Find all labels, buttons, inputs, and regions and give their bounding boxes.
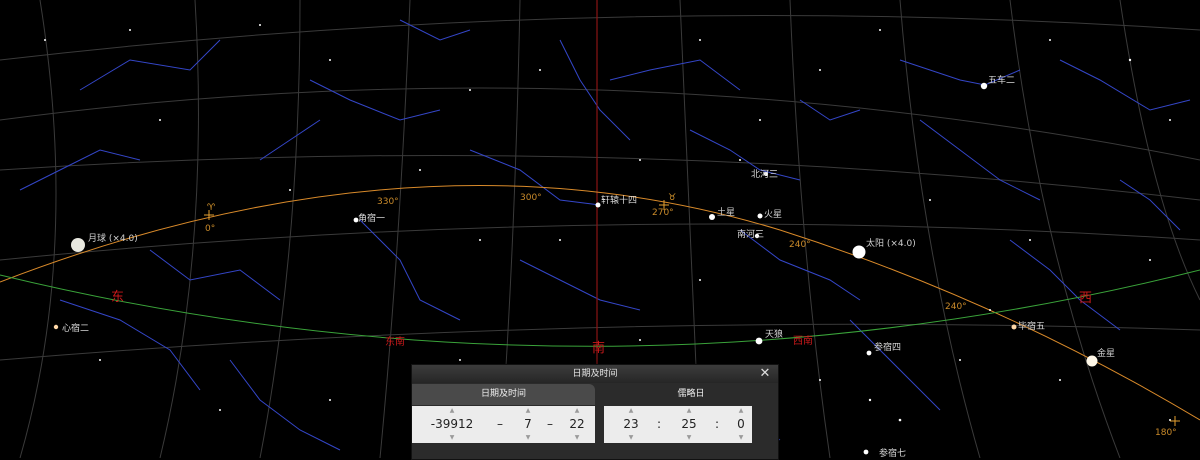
planet-label-sun: 太阳 (×4.0) xyxy=(866,239,916,249)
close-icon[interactable]: ✕ xyxy=(758,366,772,382)
spin-down-icon[interactable]: ▼ xyxy=(564,434,590,442)
star-label-sirius: 天狼 xyxy=(765,330,784,340)
cardinal-east: 东 xyxy=(111,290,125,305)
dialog-title: 日期及时间 xyxy=(572,369,618,379)
spin-up-icon[interactable]: ▲ xyxy=(564,407,590,415)
minute-value[interactable]: 25 xyxy=(676,416,702,433)
star-label-betelgeuse: 参宿四 xyxy=(874,343,902,353)
ecliptic-deg-300: 300° xyxy=(520,193,542,203)
spin-up-icon[interactable]: ▲ xyxy=(732,407,750,415)
star-label-pollux: 北河三 xyxy=(751,170,779,180)
spin-up-icon[interactable]: ▲ xyxy=(676,407,702,415)
cardinal-southwest: 西南 xyxy=(793,336,813,347)
spin-down-icon[interactable]: ▼ xyxy=(618,434,644,442)
year-value[interactable]: -39912 xyxy=(422,416,482,433)
month-value[interactable]: 7 xyxy=(516,416,540,433)
ecliptic-deg-0: 0° xyxy=(205,224,216,234)
tab-julian-day[interactable]: 儒略日 xyxy=(604,384,778,405)
spin-down-icon[interactable]: ▼ xyxy=(516,434,540,442)
time-row: ▲ 23 ▼ : ▲ 25 ▼ : ▲ 0 ▼ xyxy=(604,406,752,443)
tab-date-time[interactable]: 日期及时间 xyxy=(412,384,595,405)
planet-label-saturn: 土星 xyxy=(717,208,736,218)
star-label-procyon: 南河三 xyxy=(737,230,765,240)
cardinal-south: 南 xyxy=(592,341,606,356)
spin-down-icon[interactable]: ▼ xyxy=(732,434,750,442)
spin-up-icon[interactable]: ▲ xyxy=(422,407,482,415)
ecliptic-deg-210: 240° xyxy=(945,302,967,312)
spin-down-icon[interactable]: ▼ xyxy=(676,434,702,442)
star-label-capella: 五车二 xyxy=(988,76,1016,86)
star-label-regulus: 轩辕十四 xyxy=(601,196,638,206)
second-spinbox[interactable]: ▲ 0 ▼ xyxy=(732,406,750,443)
star-label-spica: 角宿一 xyxy=(358,214,386,224)
ecliptic-deg-180: 180° xyxy=(1155,428,1177,438)
second-value[interactable]: 0 xyxy=(732,416,750,433)
hour-value[interactable]: 23 xyxy=(618,416,644,433)
date-row: ▲ -39912 ▼ – ▲ 7 ▼ – ▲ 22 ▼ xyxy=(412,406,595,443)
hour-spinbox[interactable]: ▲ 23 ▼ xyxy=(618,406,644,443)
ecliptic-deg-330: 330° xyxy=(377,197,399,207)
month-spinbox[interactable]: ▲ 7 ▼ xyxy=(516,406,540,443)
date-time-dialog[interactable]: 日期及时间 ✕ 日期及时间 儒略日 ▲ -39912 ▼ – ▲ 7 ▼ – ▲… xyxy=(411,364,779,460)
spin-up-icon[interactable]: ▲ xyxy=(516,407,540,415)
date-separator: – xyxy=(547,417,553,431)
time-separator: : xyxy=(657,417,662,431)
taurus-icon: ♉ xyxy=(668,193,677,203)
day-spinbox[interactable]: ▲ 22 ▼ xyxy=(564,406,590,443)
cardinal-southeast: 东南 xyxy=(385,337,405,348)
aries-icon: ♈ xyxy=(207,203,216,213)
date-separator: – xyxy=(497,417,503,431)
star-label-aldebaran: 毕宿五 xyxy=(1018,322,1046,332)
time-separator: : xyxy=(715,417,720,431)
ecliptic-deg-240: 240° xyxy=(789,240,811,250)
ecliptic-deg-270: 270° xyxy=(652,208,674,218)
star-label-antares: 心宿二 xyxy=(62,324,90,334)
cardinal-west: 西 xyxy=(1079,291,1093,306)
planet-label-moon: 月球 (×4.0) xyxy=(88,234,138,244)
star-label-rigel: 参宿七 xyxy=(879,449,907,459)
horizon-line xyxy=(0,269,1200,347)
year-spinbox[interactable]: ▲ -39912 ▼ xyxy=(422,406,482,443)
day-value[interactable]: 22 xyxy=(564,416,590,433)
minute-spinbox[interactable]: ▲ 25 ▼ xyxy=(676,406,702,443)
dialog-tabs: 日期及时间 儒略日 xyxy=(412,384,778,405)
planet-label-mars: 火星 xyxy=(764,210,783,220)
dialog-titlebar[interactable]: 日期及时间 ✕ xyxy=(412,365,778,383)
spin-up-icon[interactable]: ▲ xyxy=(618,407,644,415)
spin-down-icon[interactable]: ▼ xyxy=(422,434,482,442)
planet-label-venus: 金星 xyxy=(1097,349,1116,359)
